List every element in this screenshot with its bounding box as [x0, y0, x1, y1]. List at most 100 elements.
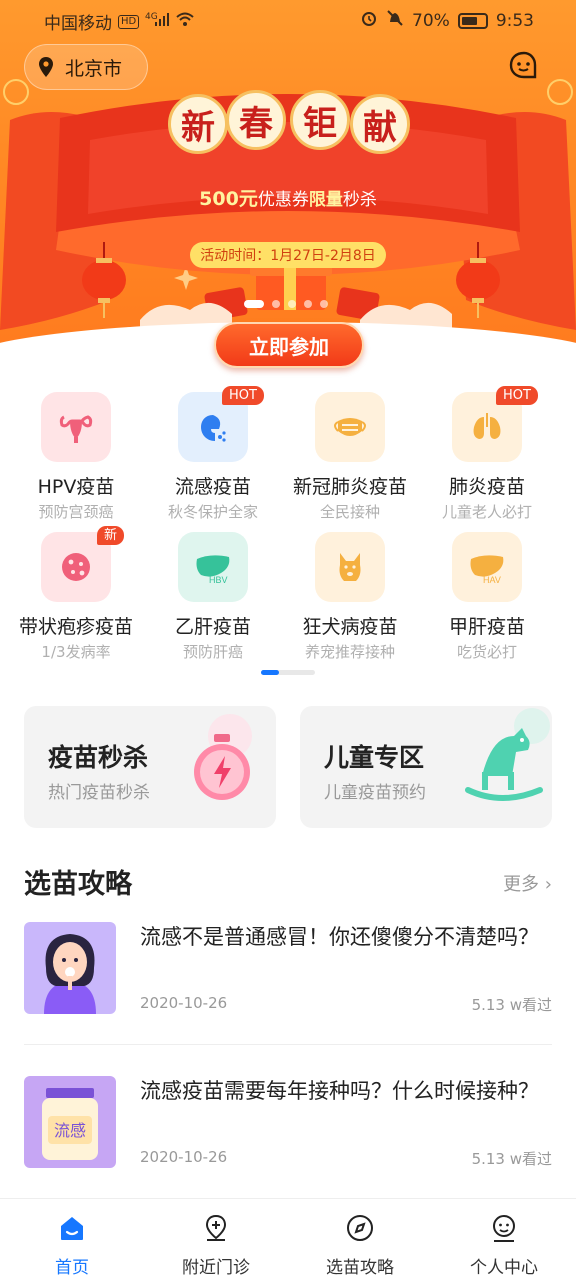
hd-badge: HD	[118, 14, 140, 29]
promo-title: 疫苗秒杀	[48, 743, 149, 772]
svg-text:HBV: HBV	[209, 575, 228, 585]
banner-title-char-1: 新	[168, 94, 228, 154]
location-pin-icon	[39, 57, 53, 77]
article-thumbnail: 流感	[24, 1076, 116, 1168]
category-sub: 养宠推荐接种	[304, 643, 395, 661]
article-views: 5.13 w看过	[471, 996, 552, 1014]
promo-flash-sale[interactable]: 疫苗秒杀 热门疫苗秒杀	[24, 706, 276, 828]
battery-icon	[457, 12, 488, 29]
category-sub: 预防宫颈癌	[38, 503, 114, 521]
carousel-dot	[304, 300, 312, 308]
tab-label: 首页	[55, 1258, 89, 1278]
article-item[interactable]: 流感不是普通感冒！你还傻傻分不清楚吗？ 2020-10-26 5.13 w看过	[24, 922, 552, 1018]
hot-badge: HOT	[222, 386, 264, 405]
tab-label: 选苗攻略	[326, 1258, 394, 1278]
tab-guide[interactable]: 选苗攻略	[288, 1213, 432, 1278]
svg-text:4G: 4G	[145, 12, 158, 22]
category-flu[interactable]: HOT 流感疫苗 秋冬保护全家	[141, 386, 285, 522]
hero-banner[interactable]: 中国移动 HD 4G 70% 9:53 北京市 新 春 钜 献 500元优惠券限…	[0, 0, 576, 372]
category-hepatitis-a[interactable]: HAV 甲肝疫苗 吃货必打	[415, 532, 559, 662]
cat-icon-box: HOT	[452, 386, 538, 462]
banner-title-char-2: 春	[226, 90, 286, 150]
chat-bubble-icon[interactable]	[508, 50, 540, 82]
cat-icon-box: HOT	[178, 386, 264, 462]
cat-icon-box: HAV	[452, 532, 522, 602]
category-sub: 预防肝癌	[182, 643, 243, 661]
cat-icon-box	[315, 532, 385, 602]
status-bar: 中国移动 HD 4G 70% 9:53	[0, 0, 576, 40]
category-pneumonia[interactable]: HOT 肺炎疫苗 儿童老人必打	[415, 386, 559, 522]
category-rabies[interactable]: 狂犬病疫苗 养宠推荐接种	[278, 532, 422, 662]
banner-subtitle: 500元优惠券限量秒杀	[199, 188, 377, 210]
promo-children-zone[interactable]: 儿童专区 儿童疫苗预约	[300, 706, 552, 828]
divider	[24, 1044, 552, 1045]
category-name: 狂犬病疫苗	[302, 616, 398, 638]
banner-title-char-3: 钜	[290, 90, 350, 150]
cat-icon-box	[315, 392, 385, 462]
mask-icon	[334, 418, 366, 436]
compass-icon	[347, 1215, 373, 1241]
carousel-dot	[244, 300, 264, 308]
liver-hbv-icon: HBV	[196, 555, 230, 585]
category-sub: 儿童老人必打	[441, 503, 532, 521]
map-pin-plus-icon	[205, 1214, 227, 1241]
article-item[interactable]: 流感 流感疫苗需要每年接种吗？什么时候接种？ 2020-10-26 5.13 w…	[24, 1076, 552, 1172]
cat-icon-box	[41, 392, 111, 462]
join-now-button[interactable]: 立即参加	[214, 322, 364, 368]
virus-cell-icon	[62, 553, 90, 581]
home-icon	[61, 1217, 83, 1240]
tab-nearby-clinic[interactable]: 附近门诊	[144, 1213, 288, 1278]
section-title: 选苗攻略	[24, 869, 132, 900]
category-name: 肺炎疫苗	[448, 476, 525, 498]
category-hepatitis-b[interactable]: HBV 乙肝疫苗 预防肝癌	[141, 532, 285, 662]
new-badge: 新	[97, 526, 125, 545]
category-hpv[interactable]: HPV疫苗 预防宫颈癌	[4, 392, 148, 522]
carousel-dot	[320, 300, 328, 308]
category-sub: 吃货必打	[456, 643, 517, 661]
rocking-horse-icon	[465, 708, 550, 801]
carousel-dot	[288, 300, 296, 308]
wifi-icon	[175, 11, 195, 32]
cat-icon-box: 新	[41, 526, 125, 602]
category-sub: 秋冬保护全家	[167, 503, 258, 521]
bottom-tab-bar: 首页 附近门诊 选苗攻略 个人中心	[0, 1198, 576, 1280]
grid-page-indicator	[261, 670, 315, 675]
alarm-icon	[360, 9, 378, 32]
article-date: 2020-10-26	[140, 1148, 228, 1166]
svg-text:流感: 流感	[54, 1121, 86, 1140]
category-name: 带状疱疹疫苗	[18, 616, 133, 638]
category-name: 甲肝疫苗	[448, 616, 525, 638]
banner-title-char-4: 献	[350, 94, 410, 154]
category-name: HPV疫苗	[37, 476, 115, 498]
battery-percent: 70%	[412, 10, 450, 31]
activity-time-badge: 活动时间：1月27日-2月8日	[190, 242, 386, 268]
article-views: 5.13 w看过	[471, 1150, 552, 1168]
category-sub: 全民接种	[319, 503, 380, 521]
tab-label: 附近门诊	[182, 1258, 250, 1278]
location-selector[interactable]: 北京市	[24, 44, 148, 90]
tab-label: 个人中心	[470, 1258, 538, 1278]
flu-jar-illustration: 流感	[42, 1088, 98, 1160]
clock-time: 9:53	[495, 10, 534, 31]
article-thumbnail	[24, 922, 116, 1014]
tab-home[interactable]: 首页	[0, 1213, 144, 1278]
tab-profile[interactable]: 个人中心	[432, 1213, 576, 1278]
signal-icon: 4G	[145, 11, 170, 32]
more-link[interactable]: 更多 ›	[503, 870, 552, 896]
carousel-dot	[272, 300, 280, 308]
cat-icon-box: HBV	[178, 532, 248, 602]
more-label: 更多	[503, 874, 540, 895]
article-title: 流感疫苗需要每年接种吗？什么时候接种？	[140, 1079, 539, 1103]
lungs-icon	[473, 413, 501, 439]
flu-sneeze-icon	[201, 415, 226, 442]
category-sub: 1/3发病率	[41, 643, 111, 661]
user-face-icon	[493, 1215, 515, 1242]
dog-icon	[339, 553, 361, 581]
category-shingles[interactable]: 新 带状疱疹疫苗 1/3发病率	[4, 526, 148, 662]
chevron-right-icon: ›	[544, 874, 552, 895]
promo-sub: 热门疫苗秒杀	[48, 783, 150, 803]
article-title: 流感不是普通感冒！你还傻傻分不清楚吗？	[140, 925, 539, 949]
category-name: 流感疫苗	[174, 476, 251, 498]
promo-sub: 儿童疫苗预约	[324, 783, 426, 803]
category-covid[interactable]: 新冠肺炎疫苗 全民接种	[278, 392, 422, 522]
